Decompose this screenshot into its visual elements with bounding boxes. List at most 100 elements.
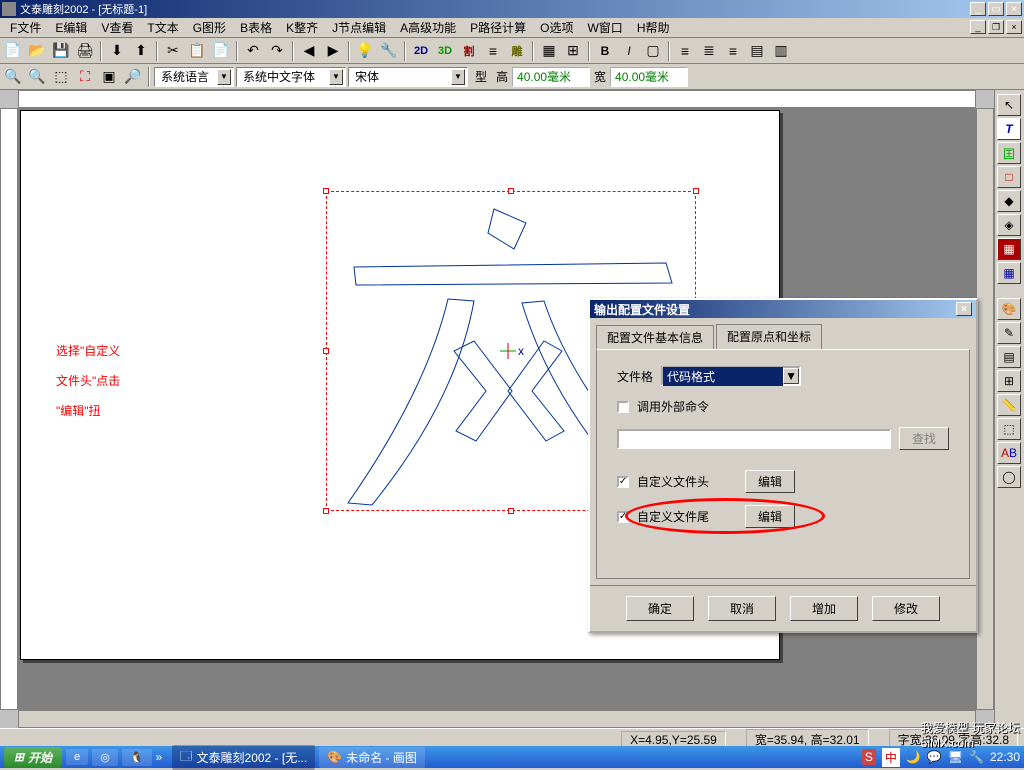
outline-icon[interactable]: ▢ xyxy=(642,40,664,62)
minimize-button[interactable]: _ xyxy=(970,2,986,16)
modify-button[interactable]: 修改 xyxy=(872,596,940,621)
next-icon[interactable]: ▶ xyxy=(322,40,344,62)
shape2-tool-icon[interactable]: ◈ xyxy=(997,214,1021,236)
language-dropdown[interactable]: 系统语言 ▼ xyxy=(154,67,234,87)
close-button[interactable]: × xyxy=(1006,2,1022,16)
cut-icon[interactable]: ✂ xyxy=(162,40,184,62)
palette-icon[interactable]: 🎨 xyxy=(997,298,1021,320)
stroke-icon[interactable]: ✎ xyxy=(997,322,1021,344)
redo-icon[interactable]: ↷ xyxy=(266,40,288,62)
mode-cut[interactable]: 割 xyxy=(458,40,480,62)
menu-help[interactable]: H帮助 xyxy=(631,17,676,38)
menu-path[interactable]: P路径计算 xyxy=(464,17,532,38)
tool-icon[interactable]: 🔧 xyxy=(378,40,400,62)
find-button[interactable]: 查找 xyxy=(899,427,949,450)
arrow-tool-icon[interactable]: ↖ xyxy=(997,94,1021,116)
menu-window[interactable]: W窗口 xyxy=(581,17,628,38)
system-tray[interactable]: S 中 🌙 💬 🖥 🔧 22:30 xyxy=(862,748,1020,767)
scrollbar-horizontal[interactable] xyxy=(18,710,976,728)
tab-origin-coords[interactable]: 配置原点和坐标 xyxy=(716,324,822,349)
text2-tool-icon[interactable]: 囯 xyxy=(997,142,1021,164)
paste-icon[interactable]: 📄 xyxy=(210,40,232,62)
start-button[interactable]: ⊞ 开始 xyxy=(4,747,62,768)
zoom-out-icon[interactable]: 🔍 xyxy=(26,66,48,88)
menu-align[interactable]: K整齐 xyxy=(280,17,324,38)
menu-node[interactable]: J节点编辑 xyxy=(326,17,392,38)
align-right-icon[interactable]: ≡ xyxy=(722,40,744,62)
copy-icon[interactable]: 📋 xyxy=(186,40,208,62)
task-paint[interactable]: 🎨 未命名 - 画图 xyxy=(319,747,425,768)
shape-tool-icon[interactable]: ◆ xyxy=(997,190,1021,212)
rect-tool-icon[interactable]: □ xyxy=(997,166,1021,188)
quicklaunch-app-icon[interactable]: ◎ xyxy=(92,749,118,766)
menu-advanced[interactable]: A高级功能 xyxy=(394,17,462,38)
misc-tool-icon[interactable]: ⬚ xyxy=(997,418,1021,440)
text-tool-icon[interactable]: T xyxy=(997,118,1021,140)
import-icon[interactable]: ⬇ xyxy=(106,40,128,62)
mode-2d[interactable]: 2D xyxy=(410,40,432,62)
dialog-close-button[interactable]: × xyxy=(956,302,972,316)
dialog-titlebar[interactable]: 输出配置文件设置 × xyxy=(590,300,976,318)
external-command-input[interactable] xyxy=(617,429,891,449)
mdi-minimize[interactable]: _ xyxy=(970,20,986,34)
undo-icon[interactable]: ↶ xyxy=(242,40,264,62)
new-icon[interactable]: 📄 xyxy=(2,40,24,62)
zoom-fit-icon[interactable]: ⛶ xyxy=(74,66,96,88)
measure-icon[interactable]: 📏 xyxy=(997,394,1021,416)
zoom-in-icon[interactable]: 🔍 xyxy=(2,66,24,88)
quicklaunch-ie-icon[interactable]: e xyxy=(66,749,88,765)
tab-basic-info[interactable]: 配置文件基本信息 xyxy=(596,325,714,350)
align-just-icon[interactable]: ▤ xyxy=(746,40,768,62)
ok-button[interactable]: 确定 xyxy=(626,596,694,621)
font-family-dropdown[interactable]: 系统中文字体 ▼ xyxy=(236,67,346,87)
table-tool-icon[interactable]: ▦ xyxy=(997,262,1021,284)
align-center-icon[interactable]: ≣ xyxy=(698,40,720,62)
open-icon[interactable]: 📂 xyxy=(26,40,48,62)
save-icon[interactable]: 💾 xyxy=(50,40,72,62)
font-name-dropdown[interactable]: 宋体 ▼ xyxy=(348,67,468,87)
guides-icon[interactable]: ⊞ xyxy=(562,40,584,62)
file-format-dropdown[interactable]: 代码格式 ▼ xyxy=(661,366,801,386)
menu-view[interactable]: V查看 xyxy=(95,17,139,38)
mode-stroke-icon[interactable]: ≡ xyxy=(482,40,504,62)
menu-graphic[interactable]: G图形 xyxy=(187,17,232,38)
task-wentai[interactable]: 🗔 文泰雕刻2002 - [无... xyxy=(172,745,316,770)
menu-table[interactable]: B表格 xyxy=(234,17,278,38)
zoom-page-icon[interactable]: ▣ xyxy=(98,66,120,88)
tray-icon[interactable]: 💬 xyxy=(927,750,942,764)
align-tool-icon[interactable]: ⊞ xyxy=(997,370,1021,392)
bold-icon[interactable]: B xyxy=(594,40,616,62)
layer-icon[interactable]: ▤ xyxy=(997,346,1021,368)
menu-edit[interactable]: E编辑 xyxy=(49,17,93,38)
quicklaunch-qq-icon[interactable]: 🐧 xyxy=(122,749,152,766)
menu-text[interactable]: T文本 xyxy=(141,17,184,38)
mdi-close[interactable]: × xyxy=(1006,20,1022,34)
scrollbar-vertical[interactable] xyxy=(976,108,994,710)
ab-tool-icon[interactable]: AB xyxy=(997,442,1021,464)
tray-icon[interactable]: 🌙 xyxy=(906,750,921,764)
menu-file[interactable]: F文件 xyxy=(4,17,47,38)
zoom-sel-icon[interactable]: 🔎 xyxy=(122,66,144,88)
prev-icon[interactable]: ◀ xyxy=(298,40,320,62)
fill-tool-icon[interactable]: ▦ xyxy=(997,238,1021,260)
type-button[interactable]: 型 xyxy=(470,66,492,88)
mode-engrave[interactable]: 雕 xyxy=(506,40,528,62)
call-external-checkbox[interactable] xyxy=(617,401,629,413)
grid-icon[interactable]: ▦ xyxy=(538,40,560,62)
edit-header-button[interactable]: 编辑 xyxy=(745,470,795,493)
print-icon[interactable]: 🖨 xyxy=(74,40,96,62)
tray-icon[interactable]: 🔧 xyxy=(969,750,984,764)
export-icon[interactable]: ⬆ xyxy=(130,40,152,62)
menu-options[interactable]: O选项 xyxy=(534,17,579,38)
mdi-restore[interactable]: ❐ xyxy=(988,20,1004,34)
circle-tool-icon[interactable]: ◯ xyxy=(997,466,1021,488)
maximize-button[interactable]: ▭ xyxy=(988,2,1004,16)
height-input[interactable] xyxy=(512,67,590,87)
tray-icon[interactable]: 🖥 xyxy=(948,750,963,764)
width-input[interactable] xyxy=(610,67,688,87)
italic-icon[interactable]: I xyxy=(618,40,640,62)
bulb-icon[interactable]: 💡 xyxy=(354,40,376,62)
zoom-region-icon[interactable]: ⬚ xyxy=(50,66,72,88)
align-dist-icon[interactable]: ▥ xyxy=(770,40,792,62)
custom-header-checkbox[interactable]: ✓ xyxy=(617,476,629,488)
